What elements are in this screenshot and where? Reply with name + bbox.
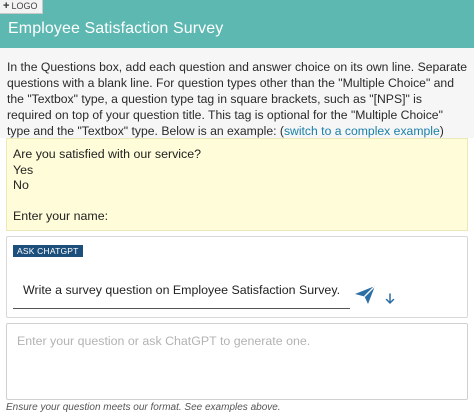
questions-textarea[interactable] [6, 323, 468, 400]
logo[interactable]: + LOGO [0, 0, 44, 14]
example-line [13, 194, 461, 210]
send-button[interactable] [354, 285, 376, 305]
example-line: Are you satisfied with our service? [13, 147, 202, 161]
chatgpt-panel: ASK CHATGPT [6, 236, 468, 318]
complex-example-link[interactable]: switch to a complex example [284, 124, 440, 138]
arrow-down-icon [385, 293, 395, 304]
chatgpt-prompt-input[interactable] [13, 263, 350, 309]
ask-chatgpt-badge: ASK CHATGPT [13, 245, 83, 257]
example-line: Enter your name: [13, 209, 109, 224]
instructions-panel: In the Questions box, add each question … [0, 48, 474, 138]
example-box: Are you satisfied with our service? Yes … [6, 138, 468, 231]
header-bar: + LOGO Employee Satisfaction Survey [0, 0, 474, 48]
send-icon [355, 285, 376, 304]
instructions-closing: ) [439, 124, 444, 138]
example-line: No [13, 178, 29, 193]
example-line: Yes [13, 162, 34, 177]
plus-icon: + [3, 0, 10, 12]
format-hint: Ensure your question meets our format. S… [6, 402, 281, 413]
insert-question-button[interactable] [385, 292, 395, 304]
logo-label: LOGO [11, 1, 38, 11]
page-title: Employee Satisfaction Survey [8, 20, 224, 37]
